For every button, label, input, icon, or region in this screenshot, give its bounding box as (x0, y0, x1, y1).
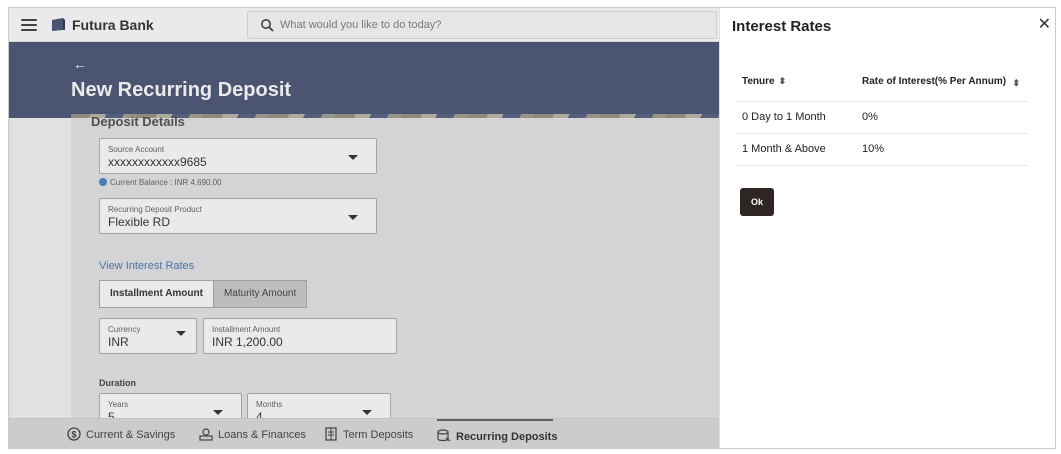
tab-label: Recurring Deposits (456, 431, 558, 443)
months-label: Months (256, 400, 283, 409)
rate-cell: 10% (856, 133, 1028, 166)
ok-button[interactable]: Ok (740, 188, 774, 216)
currency-dropdown[interactable]: Currency INR (99, 318, 197, 354)
tab-current-savings[interactable]: $ Current & Savings (67, 419, 176, 448)
installment-amount-label: Installment Amount (212, 325, 281, 334)
tenure-header[interactable]: Tenure ⬍ (736, 63, 856, 102)
tab-loans-finances[interactable]: Loans & Finances (199, 419, 307, 448)
source-account-label: Source Account (108, 145, 165, 154)
current-balance: Current Balance : INR 4,690.00 (99, 178, 222, 187)
table-header-row: Tenure ⬍ Rate of Interest(% Per Annum) ⬍ (736, 63, 1028, 102)
svg-text:$: $ (71, 430, 76, 440)
rd-product-dropdown[interactable]: Recurring Deposit Product Flexible RD (99, 198, 377, 234)
source-account-value: xxxxxxxxxxxx9685 (108, 155, 207, 169)
loans-icon (199, 428, 213, 441)
hamburger-menu-icon[interactable] (21, 19, 37, 31)
currency-label: Currency (108, 325, 141, 334)
sort-icon[interactable]: ⬍ (1012, 78, 1020, 89)
chevron-down-icon (176, 331, 186, 336)
panel-title: Interest Rates (732, 18, 832, 35)
installment-amount-field[interactable]: Installment Amount INR 1,200.00 (203, 318, 397, 354)
page-title: New Recurring Deposit (71, 79, 292, 101)
interest-rates-panel: Interest Rates ✕ Tenure ⬍ Rate of Interes… (719, 8, 1055, 448)
table-row: 1 Month & Above 10% (736, 133, 1028, 166)
current-balance-text: Current Balance : INR 4,690.00 (110, 178, 222, 187)
term-deposit-icon (325, 427, 337, 441)
chevron-down-icon (213, 410, 223, 415)
tab-recurring-deposits[interactable]: Recurring Deposits (437, 419, 557, 448)
maturity-amount-tab[interactable]: Maturity Amount (212, 281, 307, 307)
recurring-deposit-icon (437, 429, 451, 442)
section-title: Deposit Details (91, 114, 185, 129)
source-account-dropdown[interactable]: Source Account xxxxxxxxxxxx9685 (99, 138, 377, 174)
tenure-cell: 1 Month & Above (736, 133, 856, 166)
tenure-cell: 0 Day to 1 Month (736, 101, 856, 134)
search-input[interactable] (280, 16, 700, 34)
rd-product-label: Recurring Deposit Product (108, 205, 202, 214)
rate-header[interactable]: Rate of Interest(% Per Annum) ⬍ (856, 63, 1028, 102)
brand-name: Futura Bank (72, 17, 154, 33)
years-label: Years (108, 400, 129, 409)
deposit-form: Deposit Details Source Account xxxxxxxxx… (71, 114, 735, 429)
rate-cell: 0% (856, 101, 1028, 134)
view-interest-rates-link[interactable]: View Interest Rates (99, 260, 194, 272)
tab-label: Term Deposits (343, 429, 414, 441)
installment-amount-value: INR 1,200.00 (212, 335, 283, 349)
close-icon[interactable]: ✕ (1038, 14, 1051, 34)
installment-amount-tab[interactable]: Installment Amount (100, 281, 213, 307)
savings-icon: $ (67, 427, 81, 441)
search-box[interactable] (247, 11, 717, 39)
bank-logo-icon (52, 18, 65, 31)
rd-product-value: Flexible RD (108, 215, 171, 229)
tab-label: Current & Savings (86, 429, 176, 441)
app-window: Futura Bank ← New Recurring Deposit Depo… (0, 0, 1061, 454)
table-row: 0 Day to 1 Month 0% (736, 101, 1028, 134)
duration-label: Duration (99, 378, 136, 388)
back-arrow-icon[interactable]: ← (73, 56, 87, 72)
chevron-down-icon (348, 155, 358, 160)
rate-header-label: Rate of Interest(% Per Annum) (862, 76, 1007, 88)
chevron-down-icon (362, 410, 372, 415)
bottom-tab-bar: $ Current & Savings Loans & Finances Term… (9, 418, 719, 448)
sort-icon[interactable]: ⬍ (779, 76, 787, 87)
info-icon (99, 178, 107, 186)
chevron-down-icon (348, 215, 358, 220)
browser-frame: Futura Bank ← New Recurring Deposit Depo… (8, 7, 1056, 449)
tab-label: Loans & Finances (218, 429, 307, 441)
tenure-header-label: Tenure (742, 76, 775, 88)
tab-term-deposits[interactable]: Term Deposits (324, 419, 414, 448)
search-icon (261, 19, 274, 32)
amount-toggle: Installment Amount Maturity Amount (99, 280, 308, 308)
currency-value: INR (108, 335, 129, 349)
interest-rates-table: Tenure ⬍ Rate of Interest(% Per Annum) ⬍ 0… (736, 63, 1028, 166)
